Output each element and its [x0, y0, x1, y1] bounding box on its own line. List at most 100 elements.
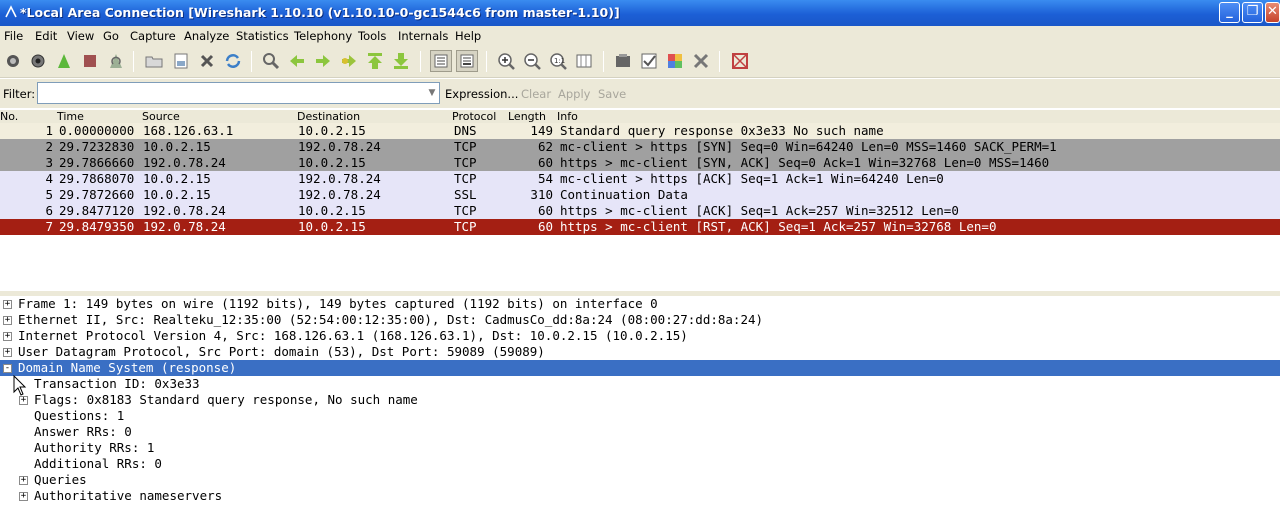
save-file-icon[interactable]	[171, 51, 191, 71]
go-last-icon[interactable]	[391, 51, 411, 71]
close-button[interactable]: ✕	[1265, 2, 1280, 23]
filter-label: Filter:	[3, 87, 36, 101]
open-file-icon[interactable]	[144, 51, 164, 71]
expand-icon[interactable]: +	[19, 396, 28, 405]
preferences-icon[interactable]	[691, 51, 711, 71]
display-filters-icon[interactable]	[639, 51, 659, 71]
packet-destination: 192.0.78.24	[298, 171, 381, 186]
detail-text: Questions: 1	[34, 408, 125, 423]
packet-length: 149	[530, 123, 553, 138]
packet-no: 4	[45, 171, 53, 186]
detail-row[interactable]: + Frame 1: 149 bytes on wire (1192 bits)…	[0, 296, 1280, 312]
column-no[interactable]: No.	[0, 110, 18, 123]
expand-icon[interactable]: +	[19, 476, 28, 485]
detail-row[interactable]: + Flags: 0x8183 Standard query response,…	[0, 392, 1280, 408]
help-icon[interactable]	[730, 51, 750, 71]
resize-columns-icon[interactable]	[574, 51, 594, 71]
detail-text: Additional RRs: 0	[34, 456, 162, 471]
detail-row[interactable]: + Queries	[0, 472, 1280, 488]
packet-details: + Frame 1: 149 bytes on wire (1192 bits)…	[0, 296, 1280, 514]
packet-length: 60	[537, 203, 553, 218]
packet-list: 1 0.00000000 168.126.63.1 10.0.2.15 DNS …	[0, 123, 1280, 291]
mouse-cursor-icon	[13, 375, 27, 396]
save-filter-button[interactable]: Save	[598, 87, 626, 101]
packet-time: 29.7866660	[59, 155, 135, 170]
packet-row[interactable]: 1 0.00000000 168.126.63.1 10.0.2.15 DNS …	[0, 123, 1280, 139]
detail-row[interactable]: Transaction ID: 0x3e33	[0, 376, 1280, 392]
menu-tools[interactable]: Tools	[358, 29, 386, 43]
chevron-down-icon[interactable]: ▼	[425, 83, 439, 103]
menu-statistics[interactable]: Statistics	[236, 29, 289, 43]
menu-internals[interactable]: Internals	[398, 29, 448, 43]
detail-row[interactable]: Answer RRs: 0	[0, 424, 1280, 440]
packet-row[interactable]: 3 29.7866660 192.0.78.24 10.0.2.15 TCP 6…	[0, 155, 1280, 171]
packet-row[interactable]: 4 29.7868070 10.0.2.15 192.0.78.24 TCP 5…	[0, 171, 1280, 187]
reload-icon[interactable]	[223, 51, 243, 71]
detail-row[interactable]: + Internet Protocol Version 4, Src: 168.…	[0, 328, 1280, 344]
stop-capture-icon[interactable]	[80, 51, 100, 71]
detail-row[interactable]: + User Datagram Protocol, Src Port: doma…	[0, 344, 1280, 360]
expand-icon[interactable]: +	[19, 492, 28, 501]
coloring-rules-icon[interactable]	[665, 51, 685, 71]
expand-icon[interactable]: +	[3, 332, 12, 341]
go-back-icon[interactable]	[287, 51, 307, 71]
menu-telephony[interactable]: Telephony	[294, 29, 352, 43]
colorize-icon[interactable]	[430, 50, 452, 72]
options-icon[interactable]	[28, 51, 48, 71]
restart-capture-icon[interactable]	[106, 51, 126, 71]
expand-icon[interactable]: +	[3, 300, 12, 309]
packet-source: 10.0.2.15	[143, 139, 211, 154]
normal-size-icon[interactable]: 1:1	[548, 51, 568, 71]
packet-row[interactable]: 2 29.7232830 10.0.2.15 192.0.78.24 TCP 6…	[0, 139, 1280, 155]
close-file-icon[interactable]	[197, 51, 217, 71]
find-packet-icon[interactable]	[261, 51, 281, 71]
start-capture-icon[interactable]	[54, 51, 74, 71]
detail-text: Frame 1: 149 bytes on wire (1192 bits), …	[18, 296, 658, 311]
expression-button[interactable]: Expression...	[445, 87, 518, 101]
packet-row[interactable]: 6 29.8477120 192.0.78.24 10.0.2.15 TCP 6…	[0, 203, 1280, 219]
zoom-out-icon[interactable]	[522, 51, 542, 71]
capture-filters-icon[interactable]	[613, 51, 633, 71]
column-info[interactable]: Info	[557, 110, 578, 123]
apply-button[interactable]: Apply	[558, 87, 590, 101]
column-protocol[interactable]: Protocol	[452, 110, 496, 123]
packet-info: https > mc-client [RST, ACK] Seq=1 Ack=2…	[560, 219, 997, 234]
interfaces-icon[interactable]	[3, 51, 23, 71]
column-destination[interactable]: Destination	[297, 110, 360, 123]
auto-scroll-icon[interactable]	[456, 50, 478, 72]
menu-capture[interactable]: Capture	[130, 29, 176, 43]
menu-view[interactable]: View	[67, 29, 94, 43]
detail-row[interactable]: Authority RRs: 1	[0, 440, 1280, 456]
expand-icon[interactable]: +	[3, 348, 12, 357]
detail-row[interactable]: Questions: 1	[0, 408, 1280, 424]
detail-row[interactable]: - Domain Name System (response)	[0, 360, 1280, 376]
detail-row[interactable]: + Authoritative nameservers	[0, 488, 1280, 504]
go-forward-icon[interactable]	[313, 51, 333, 71]
packet-destination: 10.0.2.15	[298, 219, 366, 234]
packet-time: 29.7232830	[59, 139, 135, 154]
filter-input[interactable]: ▼	[37, 82, 440, 104]
zoom-in-icon[interactable]	[496, 51, 516, 71]
maximize-button[interactable]: ❐	[1242, 2, 1263, 23]
menu-analyze[interactable]: Analyze	[184, 29, 229, 43]
clear-button[interactable]: Clear	[521, 87, 551, 101]
menu-edit[interactable]: Edit	[35, 29, 57, 43]
column-time[interactable]: Time	[57, 110, 84, 123]
detail-text: Internet Protocol Version 4, Src: 168.12…	[18, 328, 688, 343]
go-to-packet-icon[interactable]	[339, 51, 359, 71]
minimize-button[interactable]: _	[1219, 2, 1240, 23]
menu-file[interactable]: File	[4, 29, 23, 43]
detail-row[interactable]: Additional RRs: 0	[0, 456, 1280, 472]
menu-help[interactable]: Help	[455, 29, 481, 43]
collapse-icon[interactable]: -	[3, 364, 12, 373]
detail-row[interactable]: + Ethernet II, Src: Realteku_12:35:00 (5…	[0, 312, 1280, 328]
packet-time: 29.7868070	[59, 171, 135, 186]
menu-go[interactable]: Go	[103, 29, 119, 43]
column-length[interactable]: Length	[508, 110, 546, 123]
packet-source: 192.0.78.24	[143, 219, 226, 234]
expand-icon[interactable]: +	[3, 316, 12, 325]
packet-row[interactable]: 7 29.8479350 192.0.78.24 10.0.2.15 TCP 6…	[0, 219, 1280, 235]
go-first-icon[interactable]	[365, 51, 385, 71]
packet-row[interactable]: 5 29.7872660 10.0.2.15 192.0.78.24 SSL 3…	[0, 187, 1280, 203]
column-source[interactable]: Source	[142, 110, 180, 123]
